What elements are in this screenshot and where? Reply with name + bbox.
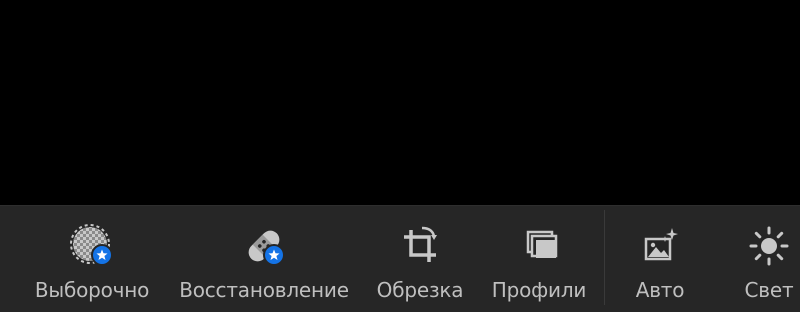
tool-label: Свет — [744, 278, 794, 302]
light-sun-icon — [745, 222, 793, 270]
premium-star-icon — [263, 244, 285, 266]
healing-bandage-icon — [240, 222, 288, 270]
tool-profiles[interactable]: Профили — [489, 206, 589, 312]
premium-star-icon — [91, 244, 113, 266]
tool-label: Обрезка — [376, 278, 464, 302]
crop-rotate-icon — [396, 222, 444, 270]
edit-toolbar: Выборочно Восстановление Обрезка Профили… — [0, 205, 800, 312]
tool-crop[interactable]: Обрезка — [372, 206, 468, 312]
tool-label: Выборочно — [34, 278, 150, 302]
profiles-icon — [515, 222, 563, 270]
tool-light[interactable]: Свет — [740, 206, 798, 312]
tool-label: Профили — [491, 278, 587, 302]
selective-icon — [68, 222, 116, 270]
photo-editor: Выборочно Восстановление Обрезка Профили… — [0, 0, 800, 312]
toolbar-divider — [604, 210, 605, 305]
tool-selective[interactable]: Выборочно — [35, 206, 149, 312]
tool-healing[interactable]: Восстановление — [177, 206, 351, 312]
tool-label: Восстановление — [179, 278, 349, 302]
tool-label: Авто — [635, 278, 685, 302]
tool-auto[interactable]: Авто — [628, 206, 692, 312]
photo-canvas[interactable] — [0, 0, 800, 205]
auto-image-icon — [636, 222, 684, 270]
